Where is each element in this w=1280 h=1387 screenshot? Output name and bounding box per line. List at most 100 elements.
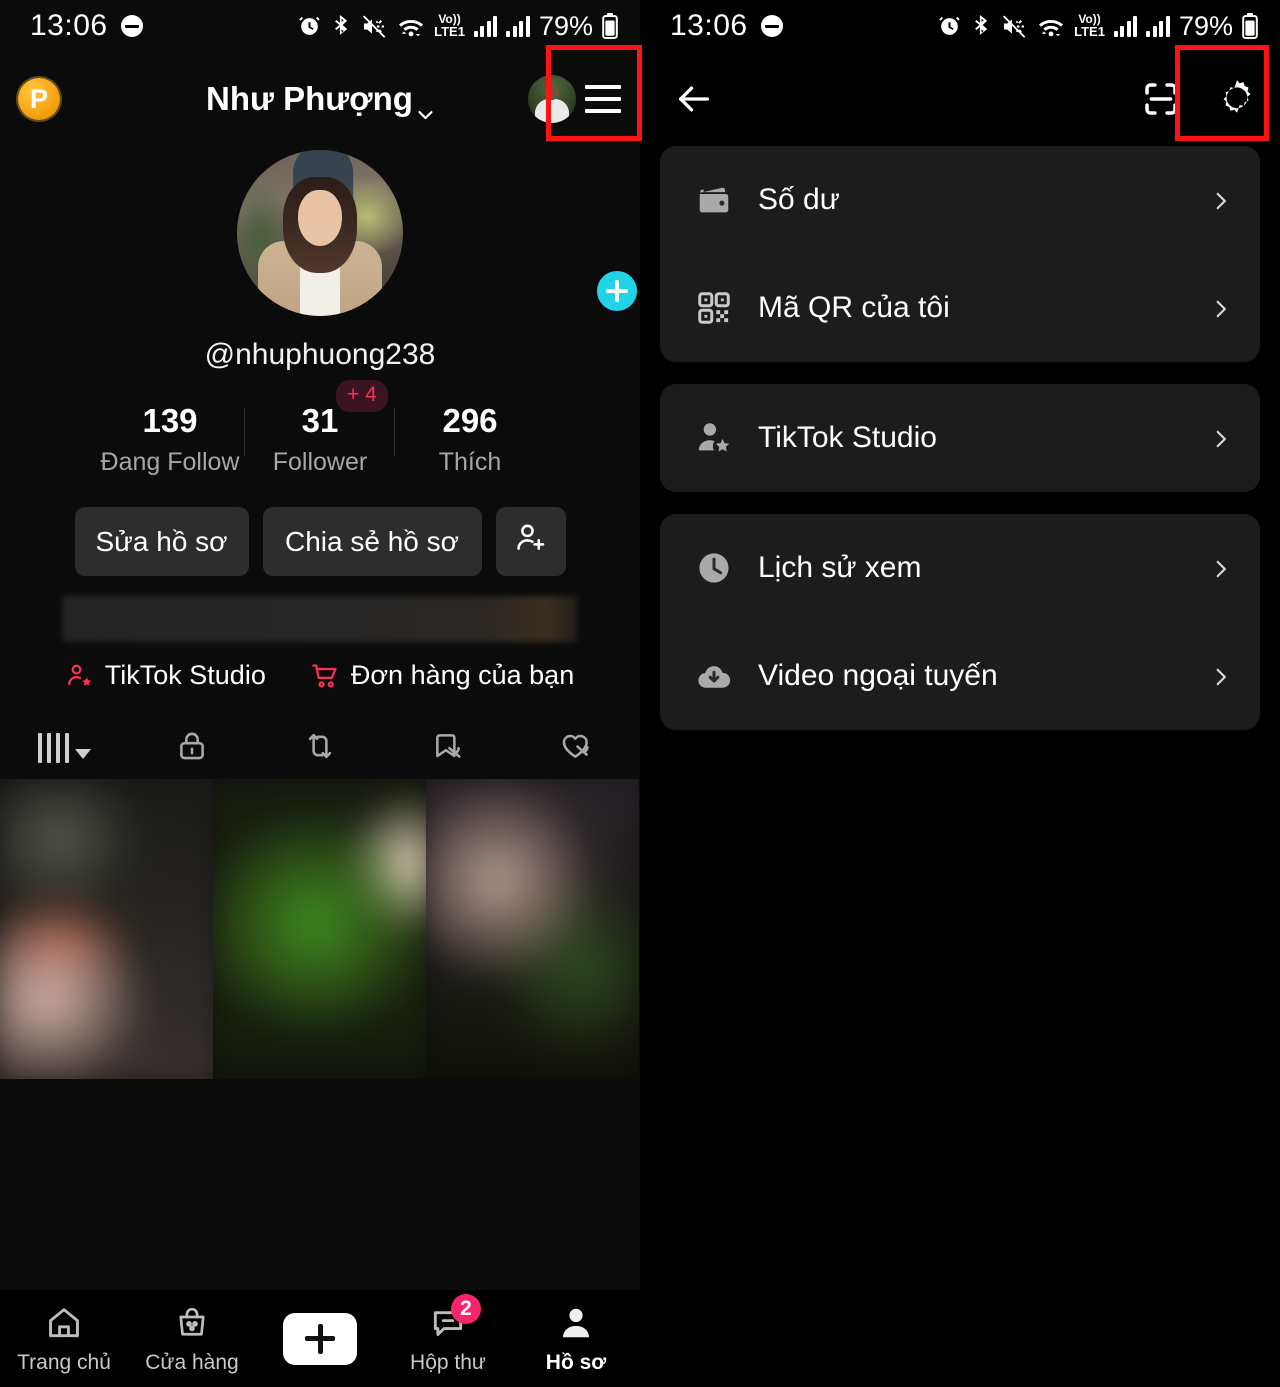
right-phone-pane: 13:06 Vo)) LTE1 79% Số dư Mã QR của tôi … [640, 0, 1280, 1387]
lock-icon [175, 729, 209, 768]
quicklink-label: Đơn hàng của bạn [350, 660, 575, 690]
chevron-right-icon [1210, 558, 1230, 578]
share-profile-button[interactable]: Chia sẻ hồ sơ [262, 507, 482, 576]
do-not-disturb-icon [120, 15, 143, 37]
menu-app-bar [640, 52, 1280, 146]
grid-bars-icon [37, 733, 91, 763]
left-phone-pane: 13:06 Vo)) LTE1 79% P Như Phượng @nhuphu… [0, 0, 640, 1387]
mute-icon [1002, 14, 1028, 39]
stat-value: 139 [142, 402, 198, 439]
back-arrow-icon[interactable] [668, 73, 720, 125]
menu-item-offline-videos[interactable]: Video ngoại tuyến [660, 622, 1260, 730]
menu-item-label: Mã QR của tôi [758, 291, 950, 324]
home-icon [45, 1302, 83, 1344]
edit-profile-button[interactable]: Sửa hồ sơ [74, 507, 249, 576]
status-bar-right: 13:06 Vo)) LTE1 79% [640, 0, 1280, 52]
person-icon [557, 1302, 595, 1344]
stat-following[interactable]: 139 Đang Follow [95, 402, 245, 477]
hamburger-menu-icon[interactable] [580, 76, 626, 122]
menu-card-wallet: Số dư Mã QR của tôi [660, 146, 1260, 362]
wallet-icon [694, 180, 734, 220]
nav-item-home[interactable]: Trang chủ [0, 1302, 128, 1375]
coin-reward-icon[interactable]: P [18, 78, 60, 120]
create-plus-icon[interactable] [277, 1312, 363, 1365]
video-thumbnail[interactable] [426, 779, 639, 1079]
menu-item-label: Lịch sử xem [758, 551, 922, 584]
profile-avatar[interactable] [237, 150, 403, 316]
menu-item-my-qr-code[interactable]: Mã QR của tôi [660, 254, 1260, 362]
add-story-plus-icon[interactable] [594, 268, 640, 314]
quicklink-your-orders[interactable]: Đơn hàng của bạn [310, 660, 574, 691]
stat-followers[interactable]: 31 Follower + 4 [245, 380, 395, 477]
profile-stats: 139 Đang Follow 31 Follower + 4 296 Thíc… [0, 380, 640, 477]
bottom-navigation: Trang chủ Cửa hàng 2 Hộp thư Hồ sơ [0, 1290, 640, 1387]
video-thumbnail[interactable] [213, 779, 426, 1079]
profile-bio-blurred[interactable] [62, 596, 578, 642]
tab-grid[interactable] [0, 733, 128, 763]
quicklink-tiktok-studio[interactable]: TikTok Studio [66, 660, 266, 691]
nav-item-shop[interactable]: Cửa hàng [128, 1302, 256, 1375]
signal-bars-2 [1146, 15, 1170, 37]
bluetooth-icon [331, 14, 353, 39]
shop-bag-icon [174, 1302, 210, 1344]
signal-bars-1 [473, 15, 498, 37]
stat-label: Follower [272, 448, 368, 476]
profile-avatar-wrap [0, 150, 640, 316]
nav-item-create[interactable] [256, 1312, 384, 1365]
volte-icon: Vo)) LTE1 [434, 12, 465, 39]
chevron-right-icon [1210, 298, 1230, 318]
signal-bars-2 [506, 15, 530, 37]
nav-item-inbox[interactable]: 2 Hộp thư [384, 1294, 512, 1375]
scan-qr-icon[interactable] [1134, 72, 1188, 126]
menu-item-balance[interactable]: Số dư [660, 146, 1260, 254]
nav-item-profile[interactable]: Hồ sơ [512, 1302, 640, 1375]
wifi-icon [397, 14, 425, 39]
stat-likes[interactable]: 296 Thích [395, 402, 545, 477]
cloud-download-icon [694, 656, 734, 696]
menu-item-watch-history[interactable]: Lịch sử xem [660, 514, 1260, 622]
profile-tab-row [0, 717, 640, 779]
video-thumbnail[interactable] [0, 779, 213, 1079]
profile-app-bar: P Như Phượng [0, 52, 640, 146]
do-not-disturb-icon [760, 15, 783, 37]
chevron-down-icon [417, 94, 434, 119]
tab-reposts[interactable] [256, 729, 384, 768]
tab-private[interactable] [128, 729, 256, 768]
menu-card-studio: TikTok Studio [660, 384, 1260, 492]
user-star-icon [66, 662, 94, 690]
menu-item-label: Số dư [758, 183, 840, 216]
mute-icon [362, 14, 388, 39]
gear-icon[interactable] [1210, 72, 1264, 126]
bookmark-off-icon [431, 729, 465, 768]
shopping-cart-icon [310, 662, 340, 690]
app-bar-actions [528, 75, 626, 123]
nav-label: Cửa hàng [145, 1351, 239, 1374]
repost-icon [303, 729, 337, 768]
new-followers-badge: + 4 [336, 380, 388, 412]
battery-icon [1242, 13, 1258, 39]
avatar[interactable] [528, 75, 576, 123]
tab-saved[interactable] [384, 729, 512, 768]
user-star-icon [694, 418, 734, 458]
status-bar-left: 13:06 Vo)) LTE1 79% [0, 0, 640, 52]
profile-action-buttons: Sửa hồ sơ Chia sẻ hồ sơ [0, 507, 640, 576]
video-grid [0, 779, 640, 1079]
alarm-icon [297, 14, 322, 39]
inbox-message-icon: 2 [429, 1294, 481, 1344]
add-user-button[interactable] [495, 507, 566, 576]
screenshot-root: 13:06 Vo)) LTE1 79% P Như Phượng @nhuphu… [0, 0, 1280, 1387]
menu-item-label: Video ngoại tuyến [758, 659, 998, 692]
status-icons: Vo)) LTE1 79% [297, 11, 618, 42]
add-user-icon [514, 521, 548, 562]
nav-label: Trang chủ [17, 1351, 111, 1374]
battery-percent: 79% [538, 10, 593, 41]
page-title: Như Phượng [206, 80, 413, 117]
nav-label: Hộp thư [410, 1351, 486, 1374]
nav-label: Hồ sơ [545, 1351, 607, 1374]
unread-badge: 2 [451, 1294, 481, 1324]
battery-icon [602, 13, 618, 39]
menu-card-history: Lịch sử xem Video ngoại tuyến [660, 514, 1260, 730]
tab-liked[interactable] [512, 729, 640, 768]
profile-handle: @nhuphuong238 [204, 338, 436, 371]
menu-item-tiktok-studio[interactable]: TikTok Studio [660, 384, 1260, 492]
